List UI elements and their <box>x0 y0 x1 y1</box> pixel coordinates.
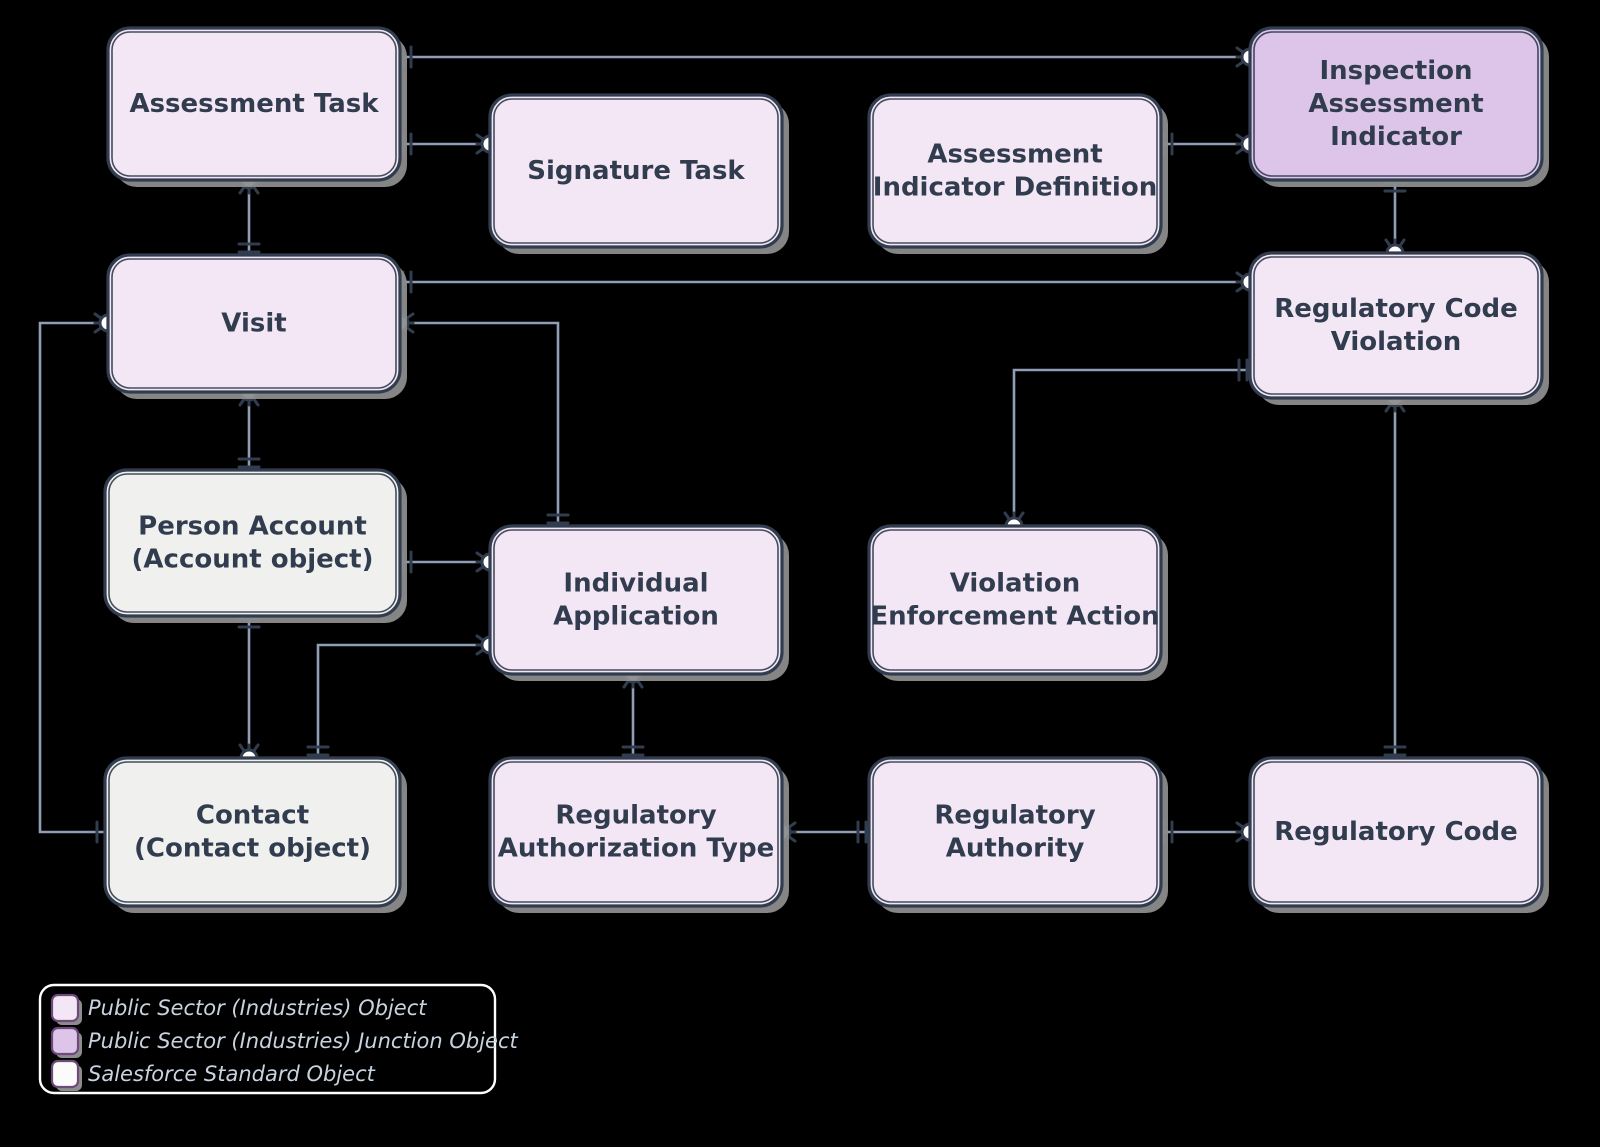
relationship-visit--individual-application <box>390 312 570 526</box>
entity-label: Regulatory Code <box>1274 817 1518 847</box>
legend-item-legend-ps-junction: Public Sector (Industries) Junction Obje… <box>50 1026 519 1058</box>
entity-regulatory-code-violation[interactable]: Regulatory Code Violation <box>1248 251 1549 405</box>
entity-signature-task[interactable]: Signature Task <box>488 93 789 254</box>
entity-individual-application[interactable]: Individual Application <box>488 524 789 681</box>
relationship-contact--individual-application <box>306 634 500 758</box>
er-diagram: Assessment Task Signature Task Assessment I… <box>38 26 1549 1095</box>
legend-label: Public Sector (Industries) Object <box>88 996 427 1020</box>
legend-item-legend-ps-object: Public Sector (Industries) Object <box>50 993 427 1025</box>
entity-assessment-indicator-definition[interactable]: Assessment Indicator Definition <box>867 93 1168 254</box>
entity-assessment-task[interactable]: Assessment Task <box>106 26 407 187</box>
relationship-person-account--individual-application <box>400 550 500 574</box>
relationship-inspection-assessment-indicator--regulatory-code-violation <box>1383 180 1407 263</box>
legend: Public Sector (Industries) Object Public … <box>38 983 519 1095</box>
entity-violation-enforcement-action[interactable]: Violation Enforcement Action <box>867 524 1168 681</box>
entity-layer: Assessment Task Signature Task Assessment I… <box>103 26 1549 913</box>
entity-regulatory-authorization-type[interactable]: Regulatory Authorization Type <box>488 756 789 913</box>
legend-swatch <box>50 1026 80 1056</box>
legend-item-legend-standard: Salesforce Standard Object <box>50 1059 376 1091</box>
diagram-canvas: Assessment Task Signature Task Assessment I… <box>0 0 1600 1147</box>
relationship-regulatory-authority--regulatory-code <box>1161 820 1260 844</box>
entity-label: Signature Task <box>527 156 745 186</box>
legend-swatch <box>50 993 80 1023</box>
legend-swatch <box>50 1059 80 1089</box>
entity-regulatory-authority[interactable]: Regulatory Authority <box>867 756 1168 913</box>
entity-regulatory-code[interactable]: Regulatory Code <box>1248 756 1549 913</box>
relationship-regulatory-code-violation--regulatory-code <box>1383 388 1407 758</box>
legend-label: Public Sector (Industries) Junction Obje… <box>88 1029 519 1053</box>
entity-visit[interactable]: Visit <box>106 253 407 399</box>
relationship-assessment-task--inspection-assessment-indicator <box>400 45 1260 69</box>
relationship-person-account--contact <box>237 616 261 768</box>
legend-layer: Public Sector (Industries) Object Public … <box>38 983 519 1095</box>
entity-label: Visit <box>221 308 286 338</box>
entity-label: Assessment Task <box>129 89 379 119</box>
legend-label: Salesforce Standard Object <box>88 1062 376 1086</box>
entity-contact[interactable]: Contact (Contact object) <box>103 756 407 913</box>
relationship-visit--regulatory-code-violation <box>400 270 1260 294</box>
entity-inspection-assessment-indicator[interactable]: Inspection Assessment Indicator <box>1248 26 1549 187</box>
entity-person-account[interactable]: Person Account (Account object) <box>103 468 407 623</box>
entity-label: Inspection Assessment Indicator <box>1308 56 1483 152</box>
relationship-assessment-task--signature-task <box>400 132 500 156</box>
relationship-assessment-indicator-definition--inspection-assessment-indicator <box>1161 132 1260 156</box>
relationship-regulatory-code-violation--violation-enforcement-action <box>1003 358 1250 536</box>
